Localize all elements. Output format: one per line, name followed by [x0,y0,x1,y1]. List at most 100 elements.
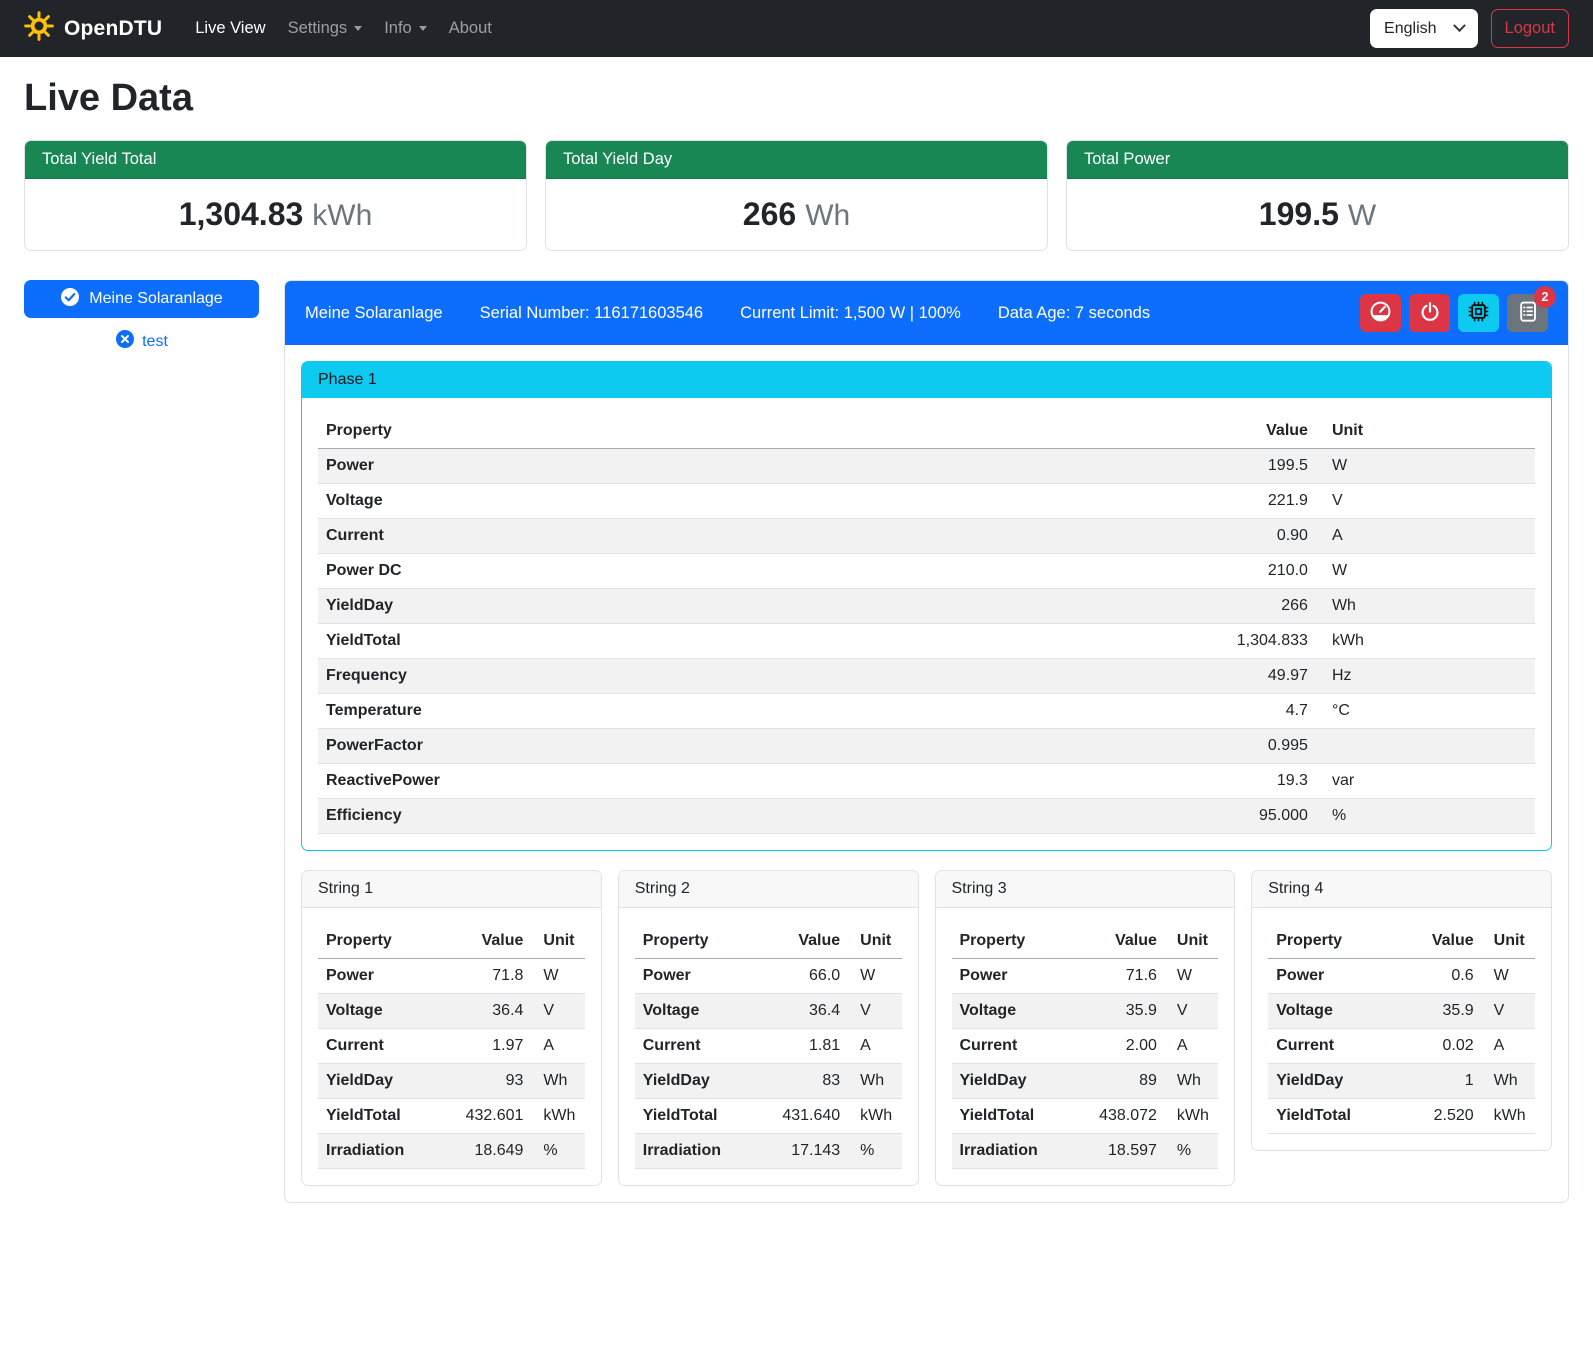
table-row: PowerFactor0.995 [318,729,1535,764]
nav-about[interactable]: About [438,11,503,46]
property-cell: YieldDay [318,589,1194,624]
value-cell: 199.5 [1194,449,1316,484]
string-card-title: String 3 [936,871,1235,908]
column-property: Property [318,924,446,959]
table-row: Current0.02A [1268,1029,1535,1064]
total-yield-day-card: Total Yield Day 266 Wh [545,140,1048,251]
column-value: Value [1396,924,1481,959]
device-info-button[interactable] [1458,294,1499,332]
value-cell: 95.000 [1194,799,1316,834]
unit-cell: kWh [531,1099,584,1134]
unit-cell: Hz [1316,659,1535,694]
summary-row: Total Yield Total 1,304.83 kWh Total Yie… [24,140,1569,251]
property-cell: YieldDay [952,1064,1080,1099]
column-unit: Unit [1316,414,1535,449]
card-title: Total Yield Day [546,141,1047,179]
property-cell: Irradiation [318,1134,446,1169]
value-cell: 266 [1194,589,1316,624]
power-button[interactable] [1409,294,1450,332]
value-cell: 35.9 [1396,994,1481,1029]
table-row: Power66.0W [635,959,902,994]
value-cell: 66.0 [763,959,848,994]
navbar-right: English Logout [1370,9,1569,48]
card-title: Total Power [1067,141,1568,179]
card-unit: W [1348,199,1376,233]
unit-cell: kWh [848,1099,901,1134]
property-cell: Current [952,1029,1080,1064]
table-row: Voltage35.9V [952,994,1219,1029]
property-cell: Power [318,449,1194,484]
sun-icon [24,11,54,46]
table-row: Irradiation18.649% [318,1134,585,1169]
nav-live-view[interactable]: Live View [184,11,276,46]
unit-cell: W [1165,959,1218,994]
property-cell: YieldTotal [952,1099,1080,1134]
table-row: Temperature4.7°C [318,694,1535,729]
string-card: String 3 Property Value Unit Power71.6WV… [935,870,1236,1186]
limit-settings-button[interactable] [1360,294,1401,332]
brand[interactable]: OpenDTU [24,11,162,46]
value-cell: 1.81 [763,1029,848,1064]
string-card-title: String 1 [302,871,601,908]
property-cell: Power [952,959,1080,994]
value-cell: 18.649 [446,1134,531,1169]
inverter-item-test[interactable]: test [24,329,259,354]
table-row: YieldTotal438.072kWh [952,1099,1219,1134]
unit-cell: Wh [1482,1064,1535,1099]
unit-cell: W [848,959,901,994]
language-selected-value: English [1384,20,1436,38]
string-table: Property Value Unit Power0.6WVoltage35.9… [1268,924,1535,1134]
logout-button[interactable]: Logout [1491,9,1569,48]
inverter-name: Meine Solaranlage [305,304,443,323]
card-unit: kWh [312,199,372,233]
table-header-row: Property Value Unit [318,924,585,959]
string-table: Property Value Unit Power66.0WVoltage36.… [635,924,902,1169]
unit-cell: Wh [531,1064,584,1099]
column-unit: Unit [1482,924,1535,959]
table-row: YieldTotal432.601kWh [318,1099,585,1134]
chevron-down-icon [1453,19,1466,32]
table-header-row: Property Value Unit [318,414,1535,449]
property-cell: Power [1268,959,1396,994]
table-row: YieldDay1Wh [1268,1064,1535,1099]
value-cell: 18.597 [1080,1134,1165,1169]
value-cell: 83 [763,1064,848,1099]
cpu-icon [1467,300,1490,326]
property-cell: YieldTotal [635,1099,763,1134]
table-row: Efficiency95.000% [318,799,1535,834]
value-cell: 71.8 [446,959,531,994]
table-row: Current1.97A [318,1029,585,1064]
value-cell: 0.02 [1396,1029,1481,1064]
inverter-panel-header: Meine Solaranlage Serial Number: 1161716… [285,281,1568,345]
nav-settings[interactable]: Settings [277,11,374,46]
nav-info[interactable]: Info [373,11,438,46]
phase-table: Property Value Unit Power199.5WVoltage22… [318,414,1535,834]
event-log-button[interactable]: 2 [1507,294,1548,332]
chevron-down-icon [354,26,362,31]
table-row: Voltage35.9V [1268,994,1535,1029]
inverter-item-meine-solaranlage[interactable]: Meine Solaranlage [24,280,259,318]
language-select[interactable]: English [1370,9,1477,48]
property-cell: Voltage [318,994,446,1029]
inverter-panel: Meine Solaranlage Serial Number: 1161716… [284,280,1569,1203]
value-cell: 35.9 [1080,994,1165,1029]
property-cell: YieldTotal [318,624,1194,659]
value-cell: 1 [1396,1064,1481,1099]
inverter-name-label: Meine Solaranlage [89,290,222,308]
table-row: Power71.8W [318,959,585,994]
string-table: Property Value Unit Power71.8WVoltage36.… [318,924,585,1169]
table-row: Irradiation17.143% [635,1134,902,1169]
value-cell: 221.9 [1194,484,1316,519]
property-cell: Temperature [318,694,1194,729]
value-cell: 17.143 [763,1134,848,1169]
table-row: Voltage36.4V [318,994,585,1029]
property-cell: ReactivePower [318,764,1194,799]
property-cell: Efficiency [318,799,1194,834]
unit-cell: A [1316,519,1535,554]
unit-cell [1316,729,1535,764]
unit-cell: A [531,1029,584,1064]
table-row: Current0.90A [318,519,1535,554]
unit-cell: V [1482,994,1535,1029]
unit-cell: var [1316,764,1535,799]
data-age: Data Age: 7 seconds [998,304,1150,323]
